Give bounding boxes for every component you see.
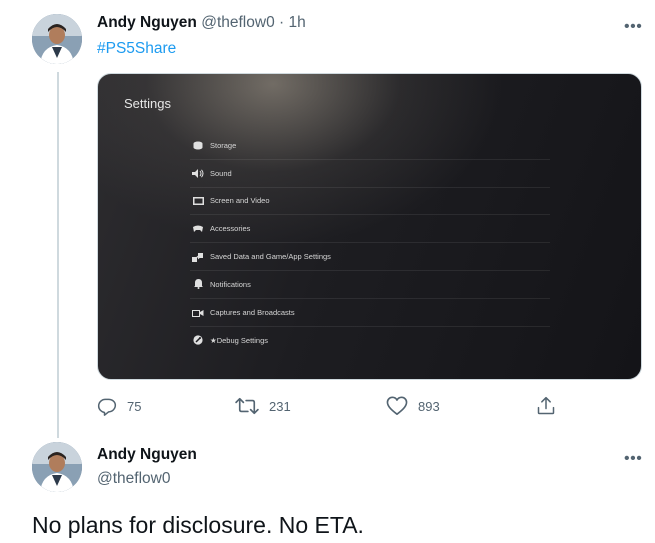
reply-button[interactable]: 75 xyxy=(97,396,141,416)
menu-item-label: ★Debug Settings xyxy=(210,335,269,345)
avatar[interactable] xyxy=(32,442,82,492)
media-image[interactable]: Settings Storage Sound Screen and Video xyxy=(97,73,642,380)
accessories-icon xyxy=(190,223,206,235)
menu-item-screen-video: Screen and Video xyxy=(190,188,550,216)
reply-icon xyxy=(97,398,117,416)
menu-item-sound: Sound xyxy=(190,160,550,188)
menu-item-label: Captures and Broadcasts xyxy=(210,307,295,317)
menu-item-label: Notifications xyxy=(210,279,251,289)
reply-count: 75 xyxy=(127,398,142,414)
separator: · xyxy=(279,14,285,31)
like-button[interactable]: 893 xyxy=(386,396,440,416)
menu-item-label: Accessories xyxy=(210,224,251,234)
timestamp[interactable]: 1h xyxy=(288,14,305,31)
tweet-main: Andy Nguyen @theflow0 · 1h ••• #PS5Share… xyxy=(0,0,655,438)
retweet-count: 231 xyxy=(269,398,291,414)
hashtag-link[interactable]: #PS5Share xyxy=(97,40,176,58)
screen-icon xyxy=(190,195,206,207)
tweet-text: No plans for disclosure. No ETA. xyxy=(32,512,364,538)
retweet-icon xyxy=(235,397,259,415)
tweet-reply: Andy Nguyen @theflow0 ••• No plans for d… xyxy=(0,430,655,543)
storage-icon xyxy=(190,139,206,151)
menu-item-notifications: Notifications xyxy=(190,271,550,299)
author-name[interactable]: Andy Nguyen xyxy=(97,446,197,464)
saved-data-icon xyxy=(190,251,206,263)
like-count: 893 xyxy=(418,398,440,414)
retweet-button[interactable]: 231 xyxy=(235,396,291,416)
author-handle[interactable]: @theflow0 xyxy=(97,470,170,488)
share-icon xyxy=(537,396,555,415)
menu-item-storage: Storage xyxy=(190,132,550,160)
sound-icon xyxy=(190,167,206,179)
more-horizontal-icon[interactable]: ••• xyxy=(624,19,642,35)
menu-item-saved-data: Saved Data and Game/App Settings xyxy=(190,243,550,271)
settings-menu: Storage Sound Screen and Video Accessori… xyxy=(190,132,550,354)
avatar[interactable] xyxy=(32,14,82,64)
author-handle[interactable]: @theflow0 xyxy=(201,14,274,31)
menu-item-accessories: Accessories xyxy=(190,215,550,244)
more-horizontal-icon[interactable]: ••• xyxy=(624,451,642,467)
settings-title: Settings xyxy=(124,96,171,111)
menu-item-label: Saved Data and Game/App Settings xyxy=(210,252,331,262)
author-name[interactable]: Andy Nguyen xyxy=(97,14,197,31)
notifications-icon xyxy=(190,278,206,290)
menu-item-captures: Captures and Broadcasts xyxy=(190,299,550,327)
tweet-header: Andy Nguyen @theflow0 · 1h xyxy=(97,14,306,32)
menu-item-label: Screen and Video xyxy=(210,196,270,206)
captures-icon xyxy=(190,306,206,318)
share-button[interactable] xyxy=(536,396,566,416)
menu-item-label: Storage xyxy=(210,140,237,150)
tweet-actions: 75 231 893 xyxy=(0,396,655,418)
menu-item-debug-settings: ★Debug Settings xyxy=(190,327,550,355)
menu-item-label: Sound xyxy=(210,168,232,178)
thread-line xyxy=(57,72,59,438)
heart-icon xyxy=(386,396,408,415)
debug-icon xyxy=(190,334,206,346)
